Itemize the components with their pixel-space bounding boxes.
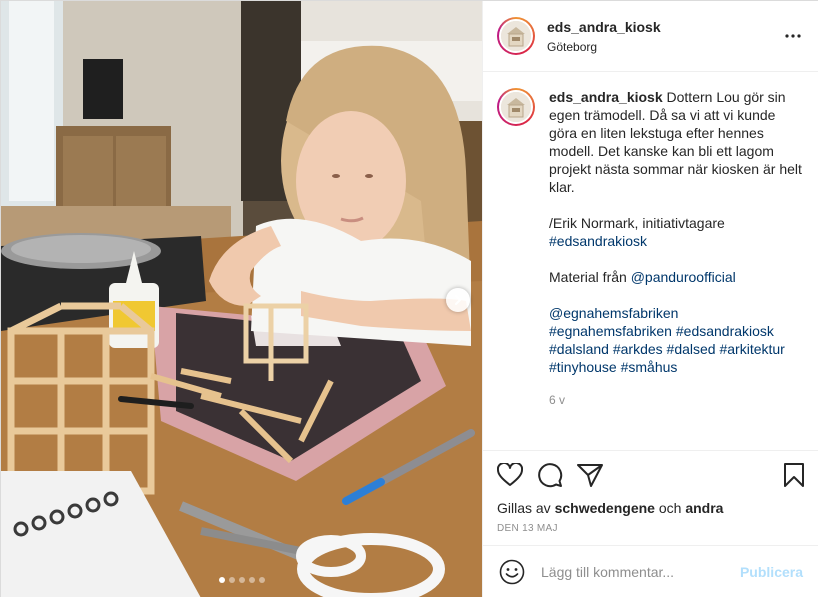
carousel-dot <box>248 577 255 583</box>
mention-link[interactable]: @panduroofficial <box>631 269 736 285</box>
post-location[interactable]: Göteborg <box>547 40 781 54</box>
hashtag-link[interactable]: #småhus <box>621 359 678 375</box>
like-button[interactable] <box>497 455 537 495</box>
carousel-indicators <box>1 577 482 583</box>
comment-input[interactable] <box>541 564 740 580</box>
carousel-dot <box>238 577 245 583</box>
caption-avatar[interactable] <box>497 88 535 126</box>
photo-girl-building-wooden-model <box>1 1 482 597</box>
publish-button[interactable]: Publicera <box>740 564 803 580</box>
action-bar <box>497 451 805 499</box>
save-button[interactable] <box>765 455 805 495</box>
liker-username[interactable]: schwedengene <box>555 500 655 516</box>
kiosk-avatar-icon <box>501 92 531 122</box>
caption-signature: /Erik Normark, initiativtagare <box>549 215 725 231</box>
likes-others-link[interactable]: andra <box>685 500 723 516</box>
instagram-post: eds_andra_kiosk Göteborg eds_andra_kiosk… <box>0 0 818 597</box>
caption-username[interactable]: eds_andra_kiosk <box>549 89 663 105</box>
share-button[interactable] <box>577 455 617 495</box>
chevron-right-icon <box>455 295 461 305</box>
carousel-dot <box>258 577 265 583</box>
comment-icon <box>538 463 563 488</box>
material-prefix: Material från <box>549 269 631 285</box>
likes-summary: Gillas av schwedengene och andra <box>497 499 805 519</box>
comments-area[interactable]: eds_andra_kiosk Dottern Lou gör sin egen… <box>483 72 818 450</box>
paper-plane-icon <box>577 464 603 487</box>
bookmark-icon <box>784 463 804 487</box>
hashtag-link[interactable]: #dalsland <box>549 341 609 357</box>
carousel-dot <box>218 577 225 583</box>
comment-button[interactable] <box>537 455 577 495</box>
carousel-next-button[interactable] <box>446 288 470 312</box>
post-caption: eds_andra_kiosk Dottern Lou gör sin egen… <box>549 88 803 450</box>
carousel-dot <box>228 577 235 583</box>
hashtag-link[interactable]: #tinyhouse <box>549 359 617 375</box>
kiosk-avatar-icon <box>501 21 531 51</box>
add-comment-bar: Publicera <box>483 545 818 597</box>
more-options-button[interactable] <box>781 24 805 48</box>
post-actions-section: Gillas av schwedengene och andra DEN 13 … <box>483 450 818 534</box>
hashtag-link[interactable]: #arkdes <box>613 341 663 357</box>
post-author-username[interactable]: eds_andra_kiosk <box>547 19 781 35</box>
post-header: eds_andra_kiosk Göteborg <box>483 1 818 72</box>
hashtag-link[interactable]: #arkitektur <box>719 341 784 357</box>
heart-icon <box>497 463 523 486</box>
post-sidebar: eds_andra_kiosk Göteborg eds_andra_kiosk… <box>482 1 818 597</box>
emoji-icon[interactable] <box>499 559 525 585</box>
hashtag-link[interactable]: #egnahemsfabriken <box>549 323 672 339</box>
post-date[interactable]: DEN 13 MAJ <box>497 523 805 534</box>
avatar[interactable] <box>497 17 535 55</box>
mention-link[interactable]: @egnahemsfabriken <box>549 305 678 321</box>
caption-timestamp[interactable]: 6 v <box>549 391 803 409</box>
hashtag-link[interactable]: #dalsed <box>667 341 716 357</box>
hashtag-link[interactable]: #edsandrakiosk <box>549 233 647 249</box>
hashtag-link[interactable]: #edsandrakiosk <box>676 323 774 339</box>
more-horizontal-icon <box>785 34 801 38</box>
post-photo[interactable] <box>1 1 482 597</box>
likes-prefix: Gillas av <box>497 500 555 516</box>
likes-conjunction: och <box>654 500 686 516</box>
